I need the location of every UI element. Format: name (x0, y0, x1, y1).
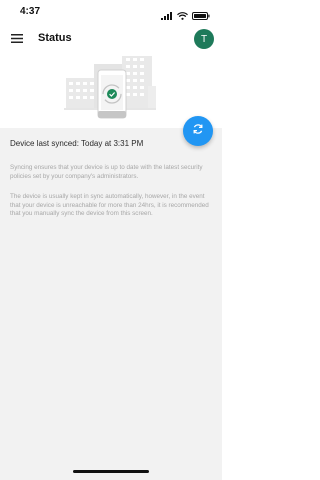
sync-recommendation: The device is usually kept in sync autom… (10, 193, 209, 218)
status-time: 4:37 (20, 6, 41, 17)
sync-button[interactable] (183, 116, 213, 146)
sync-description: Syncing ensures that your device is up t… (10, 164, 203, 180)
page-title: Status (38, 32, 72, 44)
menu-icon (11, 30, 23, 48)
avatar[interactable]: T (194, 29, 214, 49)
last-synced-text: Device last synced: Today at 3:31 PM (10, 139, 144, 148)
sync-icon (192, 122, 204, 140)
menu-button[interactable] (8, 30, 26, 48)
home-indicator[interactable] (73, 470, 149, 473)
app-bar: Status T (0, 22, 222, 56)
app-screen: 4:37 Status T Device last synced: Today … (0, 0, 222, 480)
status-bar: 4:37 (0, 0, 222, 22)
sync-illustration (0, 56, 222, 128)
